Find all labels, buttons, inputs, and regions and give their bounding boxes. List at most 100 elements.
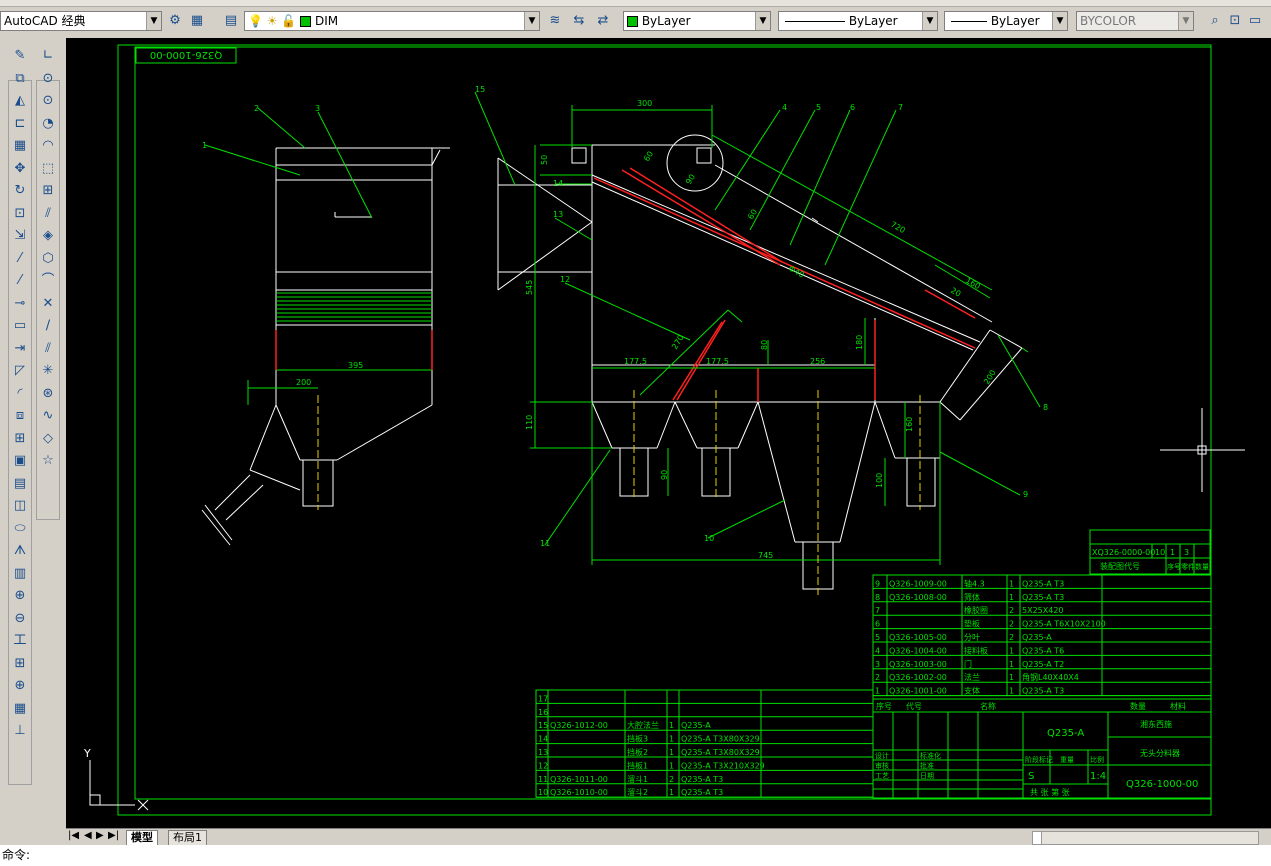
chamfer-icon[interactable]: ◸ [9,361,31,381]
star-icon[interactable]: ☆ [37,451,59,471]
break-at-point-icon[interactable]: ▭ [9,316,31,336]
point-icon[interactable]: ∕ [37,316,59,336]
linetype-value: ByLayer [848,14,898,28]
tool-h-icon[interactable]: ⊕ [9,586,31,606]
chevron-down-icon: ▼ [146,12,161,30]
gear-icon[interactable]: ⚙ [166,12,184,30]
dim-300: 300 [637,99,652,108]
arc-2-icon[interactable]: ◠ [37,136,59,156]
arc-icon[interactable]: ◔ [37,114,59,134]
join-icon[interactable]: ⇥ [9,339,31,359]
polygon-icon[interactable]: ⬡ [37,249,59,269]
tool-b-icon[interactable]: ▣ [9,451,31,471]
tab-layout1[interactable]: 布局1 [168,830,207,846]
wave-icon[interactable]: ∿ [37,406,59,426]
tool-k-icon[interactable]: ⊞ [9,654,31,674]
tab-nav-first-icon[interactable]: |◀ [68,830,79,841]
copy-icon[interactable]: ⧉ [9,69,31,89]
dim-90-a: 90 [660,470,669,480]
break-icon[interactable]: ⊸ [9,294,31,314]
dim-177-5-b: 177.5 [706,357,729,366]
properties-icon[interactable]: ▭ [1246,12,1264,30]
horizontal-scrollbar[interactable] [1032,831,1259,845]
linetype-dropdown[interactable]: ByLayer ▼ [778,11,938,31]
circle-2-icon[interactable]: ⊙ [37,91,59,111]
ucs-icon [89,760,149,811]
front-view-centerlines [633,390,921,595]
bom-cell-name: 橡胶圈 [964,605,988,615]
stretch-icon[interactable]: ⇲ [9,226,31,246]
tab-nav-next-icon[interactable]: ▶ [96,830,104,841]
tool-n-icon[interactable]: ⊥ [9,721,31,741]
target-icon[interactable]: ⊛ [37,384,59,404]
gradient-icon[interactable]: ⫽ [37,339,59,359]
tool-m-icon[interactable]: ▦ [9,699,31,719]
rotate-icon[interactable]: ↻ [9,181,31,201]
block-icon[interactable]: ⊞ [37,181,59,201]
bom-cell-qty: 2 [669,775,674,784]
trim-icon[interactable]: ⁄ [9,249,31,269]
tab-nav-last-icon[interactable]: ▶| [108,830,119,841]
bom-cell-code: Q326-1011-00 [550,775,608,784]
tool-c-icon[interactable]: ▤ [9,474,31,494]
explode-icon[interactable]: ⧈ [9,406,31,426]
bom-cell-name: 挡板2 [627,747,648,757]
move-icon[interactable]: ✥ [9,159,31,179]
workspace-settings-icon[interactable]: ▦ [188,12,206,30]
title-stage: S [1028,771,1034,782]
hatch-icon[interactable]: ⫽ [37,204,59,224]
tool-i-icon[interactable]: ⊖ [9,609,31,629]
scale-icon[interactable]: ⊡ [9,204,31,224]
tool-l-icon[interactable]: ⊕ [9,676,31,696]
dim-160-b: 160 [964,276,982,291]
color-dropdown[interactable]: ByLayer ▼ [623,11,771,31]
cube-icon[interactable]: ⬚ [37,159,59,179]
balloon-10: 10 [704,534,714,543]
command-line[interactable]: 命令: [0,845,1271,866]
array-icon[interactable]: ▦ [9,136,31,156]
bom-cell-qty: 1 [1009,593,1014,602]
plotstyle-dropdown[interactable]: BYCOLOR ▼ [1076,11,1194,31]
extend-icon[interactable]: ⁄ [9,271,31,291]
tool-e-icon[interactable]: ⬭ [9,519,31,539]
workspace-dropdown[interactable]: AutoCAD 经典 ▼ [0,11,162,31]
title-company: 湘东西施 [1140,719,1172,729]
scrollbar-thumb[interactable] [1033,832,1042,844]
bom-cell-name: 接料板 [964,645,988,655]
make-layer-current-icon[interactable]: ≋ [546,12,564,30]
dim-50: 50 [540,155,549,165]
layer-state-icon[interactable]: ⇄ [594,12,612,30]
tool-a-icon[interactable]: ⊞ [9,429,31,449]
fillet-icon[interactable]: ◜ [9,384,31,404]
line-icon[interactable]: ∟ [37,46,59,66]
region-icon[interactable]: ◈ [37,226,59,246]
tool-d-icon[interactable]: ◫ [9,496,31,516]
circle-icon[interactable]: ⊙ [37,69,59,89]
snowflake-icon[interactable]: ✳ [37,361,59,381]
bom-cell-no: 3 [875,660,880,669]
tool-g-icon[interactable]: ▥ [9,564,31,584]
lineweight-dropdown[interactable]: ByLayer ▼ [944,11,1068,31]
drawing-canvas[interactable]: Q326-1000-00 1 2 3 395 200 300 50 545 17… [66,38,1271,828]
tab-nav-prev-icon[interactable]: ◀ [84,830,92,841]
layer-previous-icon[interactable]: ⇆ [570,12,588,30]
layer-manager-icon[interactable]: ▤ [222,12,240,30]
front-view-dimension-lines [474,91,1041,565]
pencil-icon[interactable]: ✎ [9,46,31,66]
offset-icon[interactable]: ⊏ [9,114,31,134]
layer-dropdown[interactable]: 💡 ☀ 🔓 DIM ▼ [244,11,540,31]
title-hdr-seq: 序号 [876,701,892,711]
diamond-icon[interactable]: ◇ [37,429,59,449]
ucs-y-label: Y [83,747,91,760]
zoom-icon[interactable]: ⊡ [1226,12,1244,30]
chevron-down-icon: ▼ [524,12,539,30]
spline-icon[interactable]: ⌒ [37,271,59,291]
ellipse-icon[interactable]: ✕ [37,294,59,314]
toolbar-top-strip [0,0,1271,7]
tool-j-icon[interactable]: 工 [9,631,31,651]
tab-model[interactable]: 模型 [126,830,158,846]
zoom-window-icon[interactable]: ⌕ [1206,12,1224,30]
dim-20: 20 [949,286,962,299]
tool-f-icon[interactable]: ᗑ [9,541,31,561]
mirror-icon[interactable]: ◭ [9,91,31,111]
